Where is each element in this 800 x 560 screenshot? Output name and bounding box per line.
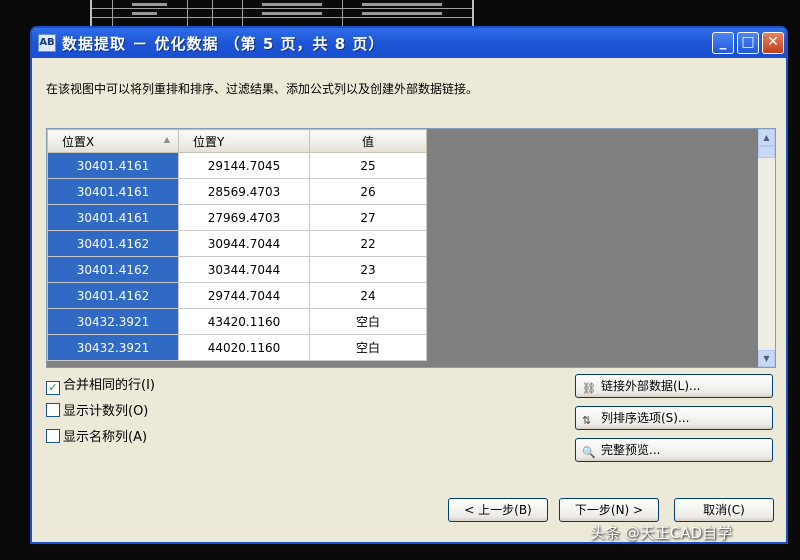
table-cell[interactable]: 24 (309, 282, 427, 309)
table-row[interactable]: 30401.4161 28569.4703 26 (47, 178, 427, 205)
vertical-scrollbar[interactable]: ▲ ▼ (758, 129, 775, 367)
background-cad-drawing (90, 0, 474, 28)
table-cell[interactable]: 26 (309, 178, 427, 205)
full-preview-button[interactable]: 🔍 完整预览... (575, 438, 773, 462)
scroll-down-arrow-icon[interactable]: ▼ (758, 350, 775, 367)
table-cell[interactable]: 30432.3921 (47, 334, 179, 361)
checkbox-box[interactable] (46, 429, 60, 443)
checkbox-box[interactable] (46, 403, 60, 417)
table-row[interactable]: 30401.4162 30944.7044 22 (47, 230, 427, 257)
table-cell[interactable]: 空白 (309, 334, 427, 361)
column-header-position-y[interactable]: 位置Y (178, 129, 310, 153)
page-description: 在该视图中可以将列重排和排序、过滤结果、添加公式列以及创建外部数据链接。 (46, 82, 479, 96)
table-row[interactable]: 30401.4162 29744.7044 24 (47, 282, 427, 309)
maximize-button[interactable]: □ (737, 32, 759, 54)
merge-rows-label: 合并相同的行(I) (63, 378, 155, 393)
column-header-label: 值 (361, 134, 374, 149)
scrollbar-thumb[interactable] (758, 146, 775, 158)
table-row[interactable]: 30401.4161 29144.7045 25 (47, 152, 427, 179)
table-cell[interactable]: 空白 (309, 308, 427, 335)
window-title: 数据提取 － 优化数据 （第 5 页，共 8 页） (62, 35, 385, 53)
app-icon: AB (38, 34, 56, 52)
table-cell[interactable]: 30344.7044 (178, 256, 310, 283)
button-label: 列排序选项(S)... (601, 411, 690, 425)
table-cell[interactable]: 22 (309, 230, 427, 257)
button-label: 完整预览... (601, 443, 661, 457)
scroll-up-arrow-icon[interactable]: ▲ (758, 129, 775, 146)
grid-header-row: 位置X ▲ 位置Y 值 (47, 129, 427, 153)
table-cell[interactable]: 27969.4703 (178, 204, 310, 231)
sort-az-icon: ⇅ (582, 414, 592, 427)
table-row[interactable]: 30401.4161 27969.4703 27 (47, 204, 427, 231)
show-name-checkbox[interactable]: 显示名称列(A) (46, 426, 148, 445)
minimize-button[interactable]: _ (712, 32, 734, 54)
column-sort-options-button[interactable]: ⇅ 列排序选项(S)... (575, 406, 773, 430)
table-cell[interactable]: 43420.1160 (178, 308, 310, 335)
table-cell[interactable]: 29744.7044 (178, 282, 310, 309)
show-count-label: 显示计数列(O) (63, 404, 149, 419)
table-cell[interactable]: 30401.4161 (47, 178, 179, 205)
table-cell[interactable]: 30401.4162 (47, 230, 179, 257)
watermark-text: 头条 @天正CAD自学 (590, 524, 733, 542)
data-extraction-dialog: AB 数据提取 － 优化数据 （第 5 页，共 8 页） _ □ ✕ 在该视图中… (30, 26, 788, 544)
table-cell[interactable]: 27 (309, 204, 427, 231)
checkmark-icon[interactable]: ✓ (46, 381, 60, 395)
next-button[interactable]: 下一步(N) > (559, 498, 659, 522)
table-row[interactable]: 30432.3921 44020.1160 空白 (47, 334, 427, 361)
table-cell[interactable]: 30401.4161 (47, 204, 179, 231)
link-icon: ⛓ (582, 382, 596, 395)
table-cell[interactable]: 44020.1160 (178, 334, 310, 361)
cancel-button[interactable]: 取消(C) (674, 498, 774, 522)
column-header-label: 位置Y (193, 134, 225, 149)
table-row[interactable]: 30432.3921 43420.1160 空白 (47, 308, 427, 335)
link-external-data-button[interactable]: ⛓ 链接外部数据(L)... (575, 374, 773, 398)
table-row[interactable]: 30401.4162 30344.7044 23 (47, 256, 427, 283)
show-count-checkbox[interactable]: 显示计数列(O) (46, 400, 149, 419)
table-cell[interactable]: 25 (309, 152, 427, 179)
preview-magnifier-icon: 🔍 (582, 446, 596, 459)
close-button[interactable]: ✕ (762, 32, 784, 54)
table-cell[interactable]: 30401.4161 (47, 152, 179, 179)
table-cell[interactable]: 29144.7045 (178, 152, 310, 179)
table-cell[interactable]: 30401.4162 (47, 282, 179, 309)
show-name-label: 显示名称列(A) (63, 430, 148, 445)
table-cell[interactable]: 30944.7044 (178, 230, 310, 257)
data-grid: 位置X ▲ 位置Y 值 30401.4161 29144.7045 25 3040… (46, 128, 776, 368)
table-cell[interactable]: 23 (309, 256, 427, 283)
title-bar[interactable]: AB 数据提取 － 优化数据 （第 5 页，共 8 页） _ □ ✕ (32, 28, 786, 58)
merge-rows-checkbox[interactable]: ✓ 合并相同的行(I) (46, 374, 155, 395)
table-cell[interactable]: 30432.3921 (47, 308, 179, 335)
table-cell[interactable]: 28569.4703 (178, 178, 310, 205)
column-header-label: 位置X (62, 134, 95, 149)
back-button[interactable]: < 上一步(B) (448, 498, 548, 522)
column-header-value[interactable]: 值 (309, 129, 427, 153)
column-header-position-x[interactable]: 位置X ▲ (47, 129, 179, 153)
table-cell[interactable]: 30401.4162 (47, 256, 179, 283)
sort-ascending-icon: ▲ (163, 135, 170, 144)
button-label: 链接外部数据(L)... (601, 379, 701, 393)
